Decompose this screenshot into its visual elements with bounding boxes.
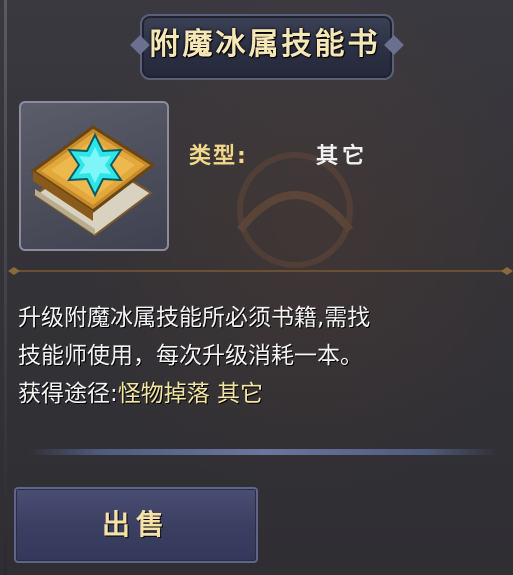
- item-tooltip-panel: 附魔冰属技能书 类型: 其它 升级附魔冰属技能所必须书籍,需找 技能师使用，每次…: [0, 0, 513, 575]
- acquisition-line: 获得途径:怪物掉落 其它: [18, 375, 513, 413]
- panel-left-border: [4, 0, 7, 575]
- sell-button[interactable]: 出售: [14, 487, 258, 563]
- acquisition-label: 获得途径:: [18, 381, 118, 407]
- skill-book-ice-star-icon: [30, 125, 156, 237]
- item-type-label: 类型:: [189, 144, 248, 169]
- section-divider: [8, 267, 513, 275]
- bottom-divider: [28, 449, 498, 455]
- item-title: 附魔冰属技能书: [149, 27, 381, 62]
- description-line: 技能师使用，每次升级消耗一本。: [18, 343, 363, 369]
- description-line: 升级附魔冰属技能所必须书籍,需找: [18, 305, 371, 331]
- acquisition-value: 怪物掉落 其它: [117, 381, 264, 407]
- sell-button-label: 出售: [101, 508, 170, 541]
- item-icon-slot: [19, 101, 169, 251]
- item-description: 升级附魔冰属技能所必须书籍,需找 技能师使用，每次升级消耗一本。 获得途径:怪物…: [18, 299, 513, 413]
- item-type-value: 其它: [316, 144, 369, 169]
